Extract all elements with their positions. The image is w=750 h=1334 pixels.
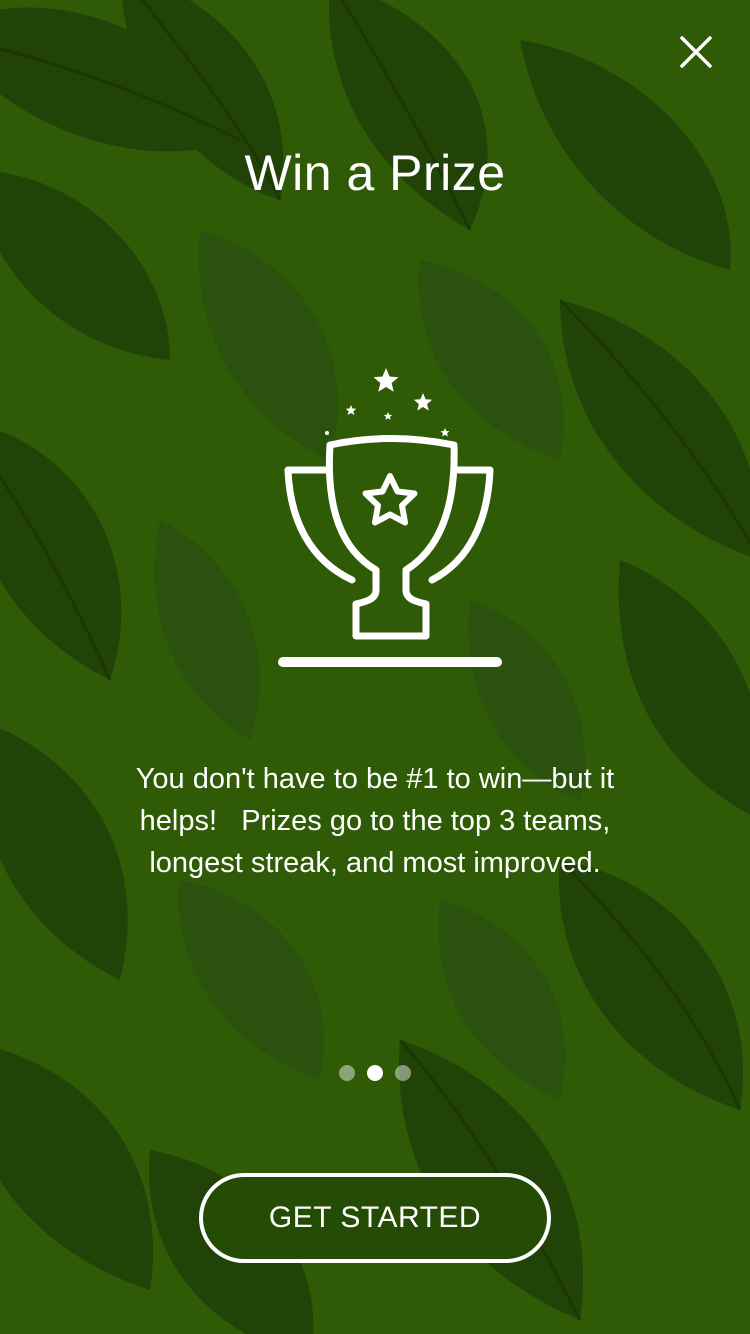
- close-icon: [680, 36, 712, 68]
- close-button[interactable]: [672, 28, 720, 76]
- page-indicator: [0, 1065, 750, 1083]
- onboarding-message: You don't have to be #1 to win—but it he…: [135, 763, 623, 879]
- get-started-button[interactable]: GET STARTED: [199, 1173, 551, 1263]
- star-icon: [345, 405, 357, 415]
- get-started-label: GET STARTED: [268, 1201, 482, 1234]
- page-dot[interactable]: [339, 1065, 355, 1081]
- onboarding-screen: Win a Prize You don't have to be #1 to w…: [0, 0, 750, 1334]
- page-title: Win a Prize: [244, 145, 506, 201]
- page-dot-active[interactable]: [367, 1065, 383, 1081]
- page-dot[interactable]: [395, 1065, 411, 1081]
- trophy-icon: [278, 368, 502, 667]
- star-icon: [373, 368, 399, 392]
- star-icon: [383, 412, 393, 420]
- star-icon: [413, 393, 433, 411]
- star-icon: [440, 428, 450, 437]
